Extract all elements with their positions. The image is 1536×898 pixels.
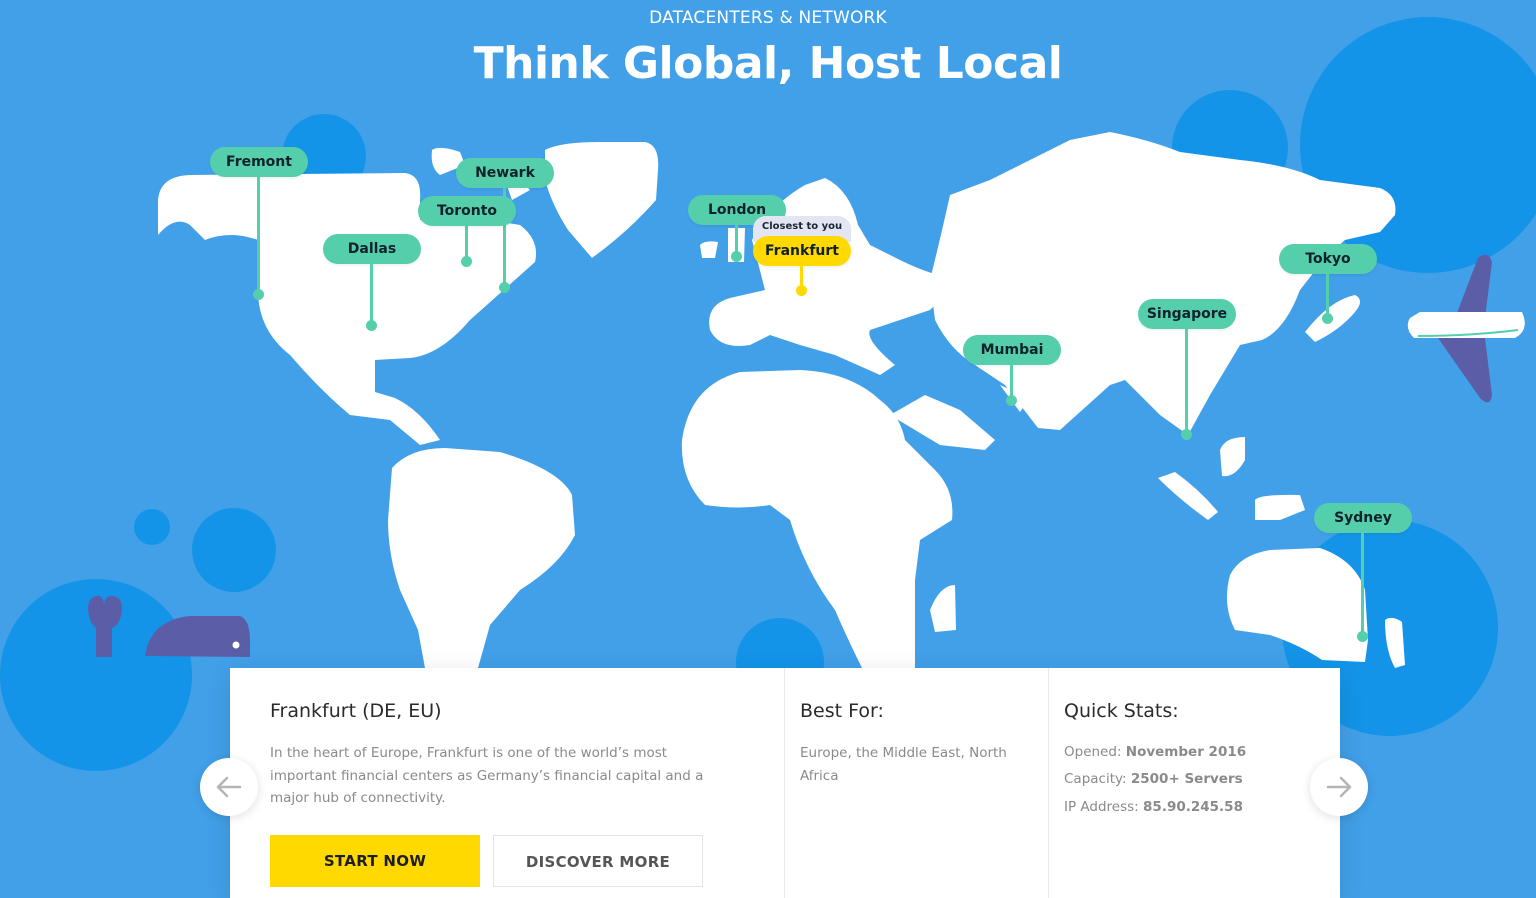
stat-ip: IP Address: 85.90.245.58 xyxy=(1064,799,1243,815)
arrow-right-icon xyxy=(1326,776,1352,798)
stat-capacity: Capacity: 2500+ Servers xyxy=(1064,771,1243,787)
next-location-button[interactable] xyxy=(1310,758,1368,816)
pin-label[interactable]: Sydney xyxy=(1314,503,1412,533)
pin-dot xyxy=(253,289,264,300)
pin-label[interactable]: Newark xyxy=(456,158,554,188)
pin-label[interactable]: Fremont xyxy=(210,147,308,177)
pin-stem xyxy=(370,264,373,324)
pin-dot xyxy=(1322,313,1333,324)
pin-label[interactable]: Toronto xyxy=(418,196,516,226)
pin-stem xyxy=(1185,329,1188,433)
location-description: In the heart of Europe, Frankfurt is one… xyxy=(270,745,704,806)
discover-more-button[interactable]: DISCOVER MORE xyxy=(493,835,703,887)
stat-ip-label: IP Address: xyxy=(1064,799,1139,815)
section-eyebrow: DATACENTERS & NETWORK xyxy=(649,8,887,28)
previous-location-button[interactable] xyxy=(200,758,258,816)
arrow-left-icon xyxy=(216,776,242,798)
location-title: Frankfurt (DE, EU) xyxy=(270,700,442,722)
pin-dot xyxy=(1357,631,1368,642)
best-for-text: Europe, the Middle East, North Africa xyxy=(800,745,1007,784)
page-title: Think Global, Host Local xyxy=(473,38,1063,89)
pin-dot xyxy=(731,251,742,262)
pin-stem xyxy=(1326,274,1329,318)
best-for-title: Best For: xyxy=(800,700,884,722)
pin-dot xyxy=(461,256,472,267)
quick-stats-column: Quick Stats: Opened: November 2016 Capac… xyxy=(1048,668,1341,898)
stat-capacity-label: Capacity: xyxy=(1064,771,1127,787)
pin-dot xyxy=(1181,429,1192,440)
best-for-column: Best For: Europe, the Middle East, North… xyxy=(784,668,1049,898)
stat-ip-value: 85.90.245.58 xyxy=(1143,799,1243,815)
start-now-button[interactable]: START NOW xyxy=(270,835,480,887)
pin-dot xyxy=(499,282,510,293)
pin-stem xyxy=(465,226,468,260)
pin-label[interactable]: Dallas xyxy=(323,234,421,264)
pin-label[interactable]: Mumbai xyxy=(963,335,1061,365)
stat-opened: Opened: November 2016 xyxy=(1064,744,1246,760)
pin-dot xyxy=(366,320,377,331)
pin-dot xyxy=(796,285,807,296)
stat-opened-label: Opened: xyxy=(1064,744,1122,760)
pin-stem xyxy=(257,177,260,293)
quick-stats-title: Quick Stats: xyxy=(1064,700,1179,722)
pin-label[interactable]: Frankfurt xyxy=(753,236,851,266)
pin-stem xyxy=(1010,365,1013,399)
airplane-icon xyxy=(1407,254,1525,403)
pin-dot xyxy=(1006,395,1017,406)
pin-label[interactable]: Singapore xyxy=(1138,299,1236,329)
stat-opened-value: November 2016 xyxy=(1125,744,1247,760)
location-info-card: Frankfurt (DE, EU) In the heart of Europ… xyxy=(230,668,1340,898)
stat-capacity-value: 2500+ Servers xyxy=(1130,771,1243,787)
pin-stem xyxy=(1361,533,1364,635)
pin-label[interactable]: Tokyo xyxy=(1279,244,1377,274)
